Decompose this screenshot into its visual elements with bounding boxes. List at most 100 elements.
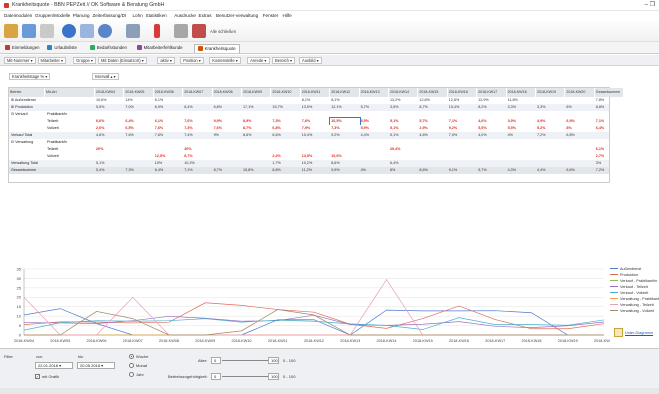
with-chart-checkbox[interactable]: ✓ [35, 374, 40, 379]
table-cell[interactable]: 2,9% [418, 125, 447, 132]
menu-item[interactable]: Lohn [133, 13, 143, 18]
column-header[interactable]: 2018-KW06 [153, 88, 184, 97]
table-cell[interactable]: 4% [507, 132, 536, 139]
table-cell[interactable] [242, 146, 271, 153]
table-cell[interactable] [124, 146, 153, 153]
age-to-input[interactable]: 100 [268, 357, 279, 364]
timer-icon[interactable] [98, 24, 112, 38]
table-cell[interactable] [124, 139, 153, 146]
row-label[interactable] [11, 153, 45, 160]
table-cell[interactable]: 5,7% [477, 167, 506, 174]
table-cell[interactable] [360, 146, 389, 153]
column-header[interactable]: 2018-KW08 [212, 88, 242, 97]
table-cell[interactable] [213, 160, 242, 167]
table-cell[interactable]: 6,4% [124, 118, 153, 125]
table-cell[interactable] [360, 139, 389, 146]
table-cell[interactable]: 12,9% [477, 97, 506, 104]
table-cell[interactable]: 6% [565, 104, 594, 111]
column-header[interactable]: 2018-KW15 [418, 88, 448, 97]
row-label[interactable]: Gesamtsumme [11, 167, 45, 174]
table-cell[interactable]: 5,5% [507, 125, 536, 132]
table-cell[interactable]: 3,5% [389, 104, 418, 111]
print-icon[interactable] [174, 24, 188, 38]
clock-icon[interactable] [62, 24, 76, 38]
table-cell[interactable] [565, 153, 594, 160]
table-cell[interactable] [448, 153, 477, 160]
table-cell[interactable] [448, 146, 477, 153]
table-cell[interactable]: 10,6% [95, 97, 124, 104]
to-date-input[interactable]: 20.05.2018 ▾ [77, 362, 115, 369]
table-cell[interactable] [213, 139, 242, 146]
table-cell[interactable]: 3,3% [507, 104, 536, 111]
menu-item[interactable]: Ausdrucke [174, 13, 196, 18]
table-cell[interactable] [477, 153, 506, 160]
table-cell[interactable] [213, 111, 242, 118]
table-cell[interactable] [360, 97, 389, 104]
table-cell[interactable] [595, 139, 624, 146]
table-cell[interactable]: 29,4% [389, 146, 418, 153]
close-windows-icon[interactable] [192, 24, 206, 38]
column-header[interactable]: 2018-KW16 [447, 88, 478, 97]
table-cell[interactable] [242, 97, 271, 104]
table-cell[interactable] [477, 146, 506, 153]
row-label[interactable] [11, 125, 45, 132]
table-cell[interactable] [271, 139, 300, 146]
row-label[interactable] [11, 118, 45, 125]
table-cell[interactable] [565, 139, 594, 146]
table-cell[interactable] [154, 111, 183, 118]
table-cell[interactable]: 7,6% [301, 118, 330, 125]
table-cell[interactable] [301, 146, 330, 153]
table-cell[interactable]: 3,3% [536, 104, 565, 111]
table-cell[interactable]: 7,3% [124, 167, 153, 174]
table-cell[interactable]: 7,2% [595, 167, 624, 174]
menu-item[interactable]: Zeiterfassung/DI [93, 13, 127, 18]
group-chip[interactable]: Anrede ▾ [247, 57, 270, 64]
table-cell[interactable]: 7,9% [301, 125, 330, 132]
table-cell[interactable]: 10,4% [301, 132, 330, 139]
table-cell[interactable]: 8,6% [418, 167, 447, 174]
table-cell[interactable] [242, 160, 271, 167]
dim-header-1[interactable]: Betrieb [9, 88, 45, 97]
table-cell[interactable]: 4,6% [418, 132, 447, 139]
people-icon[interactable] [4, 24, 18, 38]
column-header[interactable]: 2018-KW12 [330, 88, 360, 97]
table-cell[interactable]: 15,4% [448, 104, 477, 111]
table-cell[interactable] [418, 160, 447, 167]
table-cell[interactable]: 9,2% [448, 125, 477, 132]
table-cell[interactable]: 9% [213, 132, 242, 139]
table-cell[interactable]: 6,8% [271, 125, 300, 132]
table-cell[interactable]: 6,9% [154, 104, 183, 111]
table-cell[interactable]: 5,9% [360, 125, 389, 132]
column-header[interactable]: 2018-KW20 [565, 88, 595, 97]
row-label[interactable] [11, 146, 45, 153]
table-cell[interactable]: 7,6% [183, 118, 212, 125]
table-cell[interactable] [271, 97, 300, 104]
table-cell[interactable]: 6,4% [389, 160, 418, 167]
table-cell[interactable]: 7,1% [595, 118, 624, 125]
table-cell[interactable]: 4,9% [536, 118, 565, 125]
table-cell[interactable]: 7,8% [595, 97, 624, 104]
row-label[interactable]: Verwaltung Total [11, 160, 45, 167]
table-cell[interactable]: 4,0% [477, 132, 506, 139]
table-cell[interactable]: 6,4% [154, 167, 183, 174]
month-radio[interactable] [129, 363, 134, 368]
table-cell[interactable]: 4,4% [360, 132, 389, 139]
table-cell[interactable]: 20% [95, 146, 124, 153]
table-cell[interactable] [595, 132, 624, 139]
table-cell[interactable]: 17,1% [242, 104, 271, 111]
table-cell[interactable]: 2,7% [595, 153, 624, 160]
table-cell[interactable]: 5,5% [95, 104, 124, 111]
table-cell[interactable]: 11,2% [301, 167, 330, 174]
table-cell[interactable] [448, 160, 477, 167]
interval-chip[interactable]: Intervall ▴ ▾ [92, 73, 119, 80]
table-cell[interactable]: 10,6% [330, 153, 359, 160]
table-cell[interactable]: 3% [595, 160, 624, 167]
table-cell[interactable]: 4,6% [95, 132, 124, 139]
chart-link[interactable]: Unter-Diagramm [625, 331, 653, 335]
table-cell[interactable] [213, 146, 242, 153]
table-cell[interactable]: 11,8% [507, 97, 536, 104]
table-cell[interactable]: 7,1% [183, 167, 212, 174]
table-cell[interactable]: 6,9% [565, 118, 594, 125]
table-cell[interactable]: 6,5% [124, 125, 153, 132]
report-icon[interactable] [126, 24, 140, 38]
